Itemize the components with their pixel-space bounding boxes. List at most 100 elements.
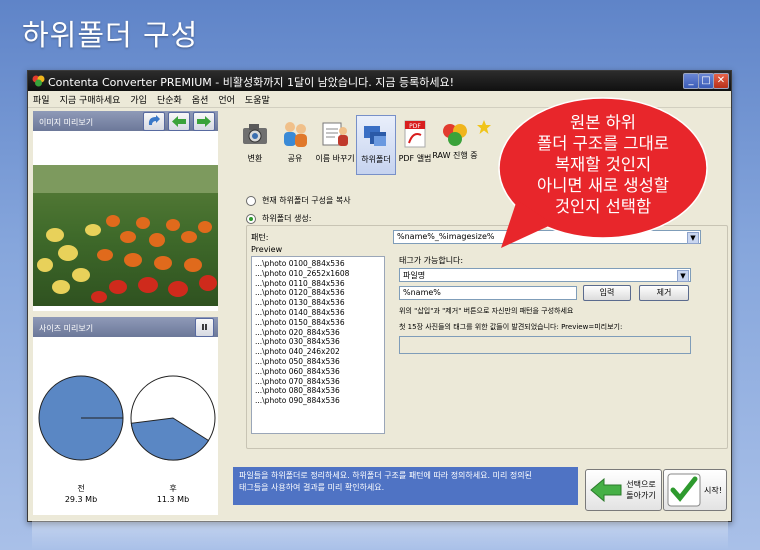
- back-label-line-2: 돌아가기: [626, 491, 656, 500]
- toolbar-subfolder[interactable]: 하위폴더: [356, 115, 396, 175]
- pattern-value: %name%_%imagesize%: [397, 232, 495, 241]
- folder-tree-icon: [364, 126, 386, 146]
- chevron-down-icon[interactable]: ▼: [677, 270, 689, 282]
- list-item: ...\photo 090_884x536: [255, 396, 340, 406]
- menu-help[interactable]: 도움말: [240, 91, 275, 106]
- tag-select-value: 파일명: [403, 271, 426, 280]
- info-line-1: 파일들을 하위폴더로 정리하세요. 하위폴더 구조를 패턴에 따라 정의하세요.…: [239, 471, 532, 480]
- pattern-hint: 위의 "삽입"과 "제거" 버튼으로 자신만의 패턴을 구성하세요: [399, 307, 574, 315]
- callout-text: 원본 하위 폴더 구조를 그대로 복재할 것인지 아니면 새로 생성할 것인지 …: [497, 112, 709, 217]
- back-label-line-1: 선택으로: [626, 480, 656, 489]
- tag-select[interactable]: 파일명 ▼: [399, 268, 691, 282]
- size-comparison-chart: 전 29.3 Mb 후 11.3 Mb: [33, 337, 218, 515]
- callout-line-5: 것인지 선택함: [554, 197, 652, 216]
- list-item: ...\photo 0130_884x536: [255, 298, 345, 308]
- option-create-structure[interactable]: 하위폴더 생성:: [246, 213, 311, 224]
- menu-simplify[interactable]: 단순화: [152, 91, 187, 106]
- raw-icon: [443, 124, 467, 146]
- preview-list[interactable]: ...\photo 0100_884x536 ...\photo 010_265…: [251, 256, 385, 434]
- pause-button[interactable]: II: [195, 318, 214, 337]
- toolbar-raw[interactable]: RAW 진행 중: [432, 115, 478, 173]
- next-image-button[interactable]: [193, 112, 215, 131]
- toolbar-pdf-album[interactable]: PDF PDF 앨범: [396, 115, 434, 173]
- preview-label: Preview: [251, 245, 283, 254]
- people-icon: [284, 122, 307, 147]
- size-preview-header: 사이즈 미리보기: [33, 317, 218, 337]
- list-item: ...\photo 050_884x536: [255, 356, 340, 366]
- pattern-label: 패턴:: [251, 233, 269, 242]
- tag-input[interactable]: %name%: [399, 286, 577, 300]
- rename-icon: [322, 122, 348, 146]
- camera-icon: [243, 124, 267, 144]
- app-logo-icon: [32, 75, 45, 87]
- list-item: ...\photo 010_2652x1608: [255, 268, 350, 278]
- arrow-right-icon: [197, 116, 211, 127]
- back-to-selection-button[interactable]: 선택으로 돌아가기: [585, 469, 662, 511]
- menu-language[interactable]: 언어: [213, 91, 240, 106]
- image-preview-header: 이미지 미리보기: [33, 111, 218, 131]
- toolbar-rename-label: 이름 바꾸기: [315, 154, 355, 163]
- menu-buy-now[interactable]: 지금 구매하세요: [55, 91, 126, 106]
- previous-image-button[interactable]: [168, 112, 190, 131]
- svg-text:PDF: PDF: [409, 123, 421, 130]
- list-item: ...\photo 080_884x536: [255, 386, 340, 396]
- list-item: ...\photo 0140_884x536: [255, 307, 345, 317]
- back-label: 선택으로 돌아가기: [622, 479, 660, 501]
- list-item: ...\photo 0150_884x536: [255, 317, 345, 327]
- callout-line-4: 아니면 새로 생성할: [537, 176, 669, 195]
- preview-photo: [33, 165, 218, 306]
- toolbar-rename[interactable]: 이름 바꾸기: [315, 115, 355, 173]
- list-item: ...\photo 0110_884x536: [255, 278, 345, 288]
- callout-line-2: 폴더 구조를 그대로: [537, 134, 669, 153]
- arrow-left-icon: [590, 478, 622, 502]
- mode-toolbar: 변환 공유 이름 바꾸기 하위폴더 PDF PDF 앨범 RAW 진행 중: [236, 115, 536, 175]
- menu-file[interactable]: 파일: [28, 91, 55, 106]
- arrow-left-icon: [172, 116, 186, 127]
- menu-register[interactable]: 가입: [125, 91, 152, 106]
- tag-input-value: %name%: [403, 288, 441, 297]
- copy-structure-radio[interactable]: [246, 195, 256, 206]
- tag-values-found-label: 첫 15장 사진들의 태그를 위한 값들이 발견되었습니다: Preview=미…: [399, 323, 623, 331]
- list-item: ...\photo 070_884x536: [255, 376, 340, 386]
- toolbar-convert[interactable]: 변환: [236, 115, 274, 173]
- menu-options[interactable]: 옵션: [187, 91, 214, 106]
- page-title: 하위폴더 구성: [22, 18, 199, 52]
- insert-button[interactable]: 입력: [583, 285, 631, 301]
- pdf-icon: PDF: [404, 120, 426, 148]
- after-label: 후: [169, 484, 177, 493]
- list-item: ...\photo 0120_884x536: [255, 288, 345, 298]
- image-preview-label: 이미지 미리보기: [39, 118, 94, 127]
- minimize-button[interactable]: _: [683, 73, 699, 89]
- size-preview-label: 사이즈 미리보기: [39, 324, 94, 333]
- before-size: 29.3 Mb: [64, 495, 98, 504]
- window-reflection: [32, 520, 728, 550]
- list-item: ...\photo 030_884x536: [255, 337, 340, 347]
- start-button[interactable]: 시작!: [663, 469, 727, 511]
- info-box: 파일들을 하위폴더로 정리하세요. 하위폴더 구조를 패턴에 따라 정의하세요.…: [233, 467, 578, 505]
- remove-button[interactable]: 제거: [639, 285, 689, 301]
- callout-line-3: 복재할 것인지: [554, 155, 652, 174]
- info-line-2: 태그들을 사용하여 결과를 미리 확인하세요.: [239, 483, 385, 492]
- maximize-button[interactable]: □: [698, 73, 714, 89]
- start-label: 시작!: [704, 486, 722, 495]
- copy-structure-label: 현재 하위폴더 구성을 복사: [262, 196, 351, 205]
- checkmark-icon: [667, 473, 701, 507]
- toolbar-raw-label: RAW 진행 중: [432, 151, 478, 160]
- before-label: 전: [77, 484, 85, 493]
- create-structure-radio[interactable]: [246, 213, 256, 224]
- star-icon: [477, 120, 491, 134]
- callout-line-1: 원본 하위: [570, 113, 636, 132]
- close-button[interactable]: ✕: [713, 73, 729, 89]
- rotate-button[interactable]: [143, 112, 165, 131]
- window-title: Contenta Converter PREMIUM - 비활성화까지 1달이 …: [48, 76, 455, 89]
- tag-values-field[interactable]: [399, 336, 691, 354]
- after-size: 11.3 Mb: [156, 495, 190, 504]
- list-item: ...\photo 060_884x536: [255, 366, 340, 376]
- toolbar-share[interactable]: 공유: [276, 115, 314, 173]
- option-copy-structure[interactable]: 현재 하위폴더 구성을 복사: [246, 195, 351, 206]
- create-structure-label: 하위폴더 생성:: [262, 214, 312, 223]
- pause-icon: II: [201, 323, 208, 332]
- pattern-group: 패턴: %name%_%imagesize% ▼ Preview ...\pho…: [246, 225, 728, 449]
- list-item: ...\photo 020_884x536: [255, 327, 340, 337]
- title-bar[interactable]: Contenta Converter PREMIUM - 비활성화까지 1달이 …: [28, 71, 731, 91]
